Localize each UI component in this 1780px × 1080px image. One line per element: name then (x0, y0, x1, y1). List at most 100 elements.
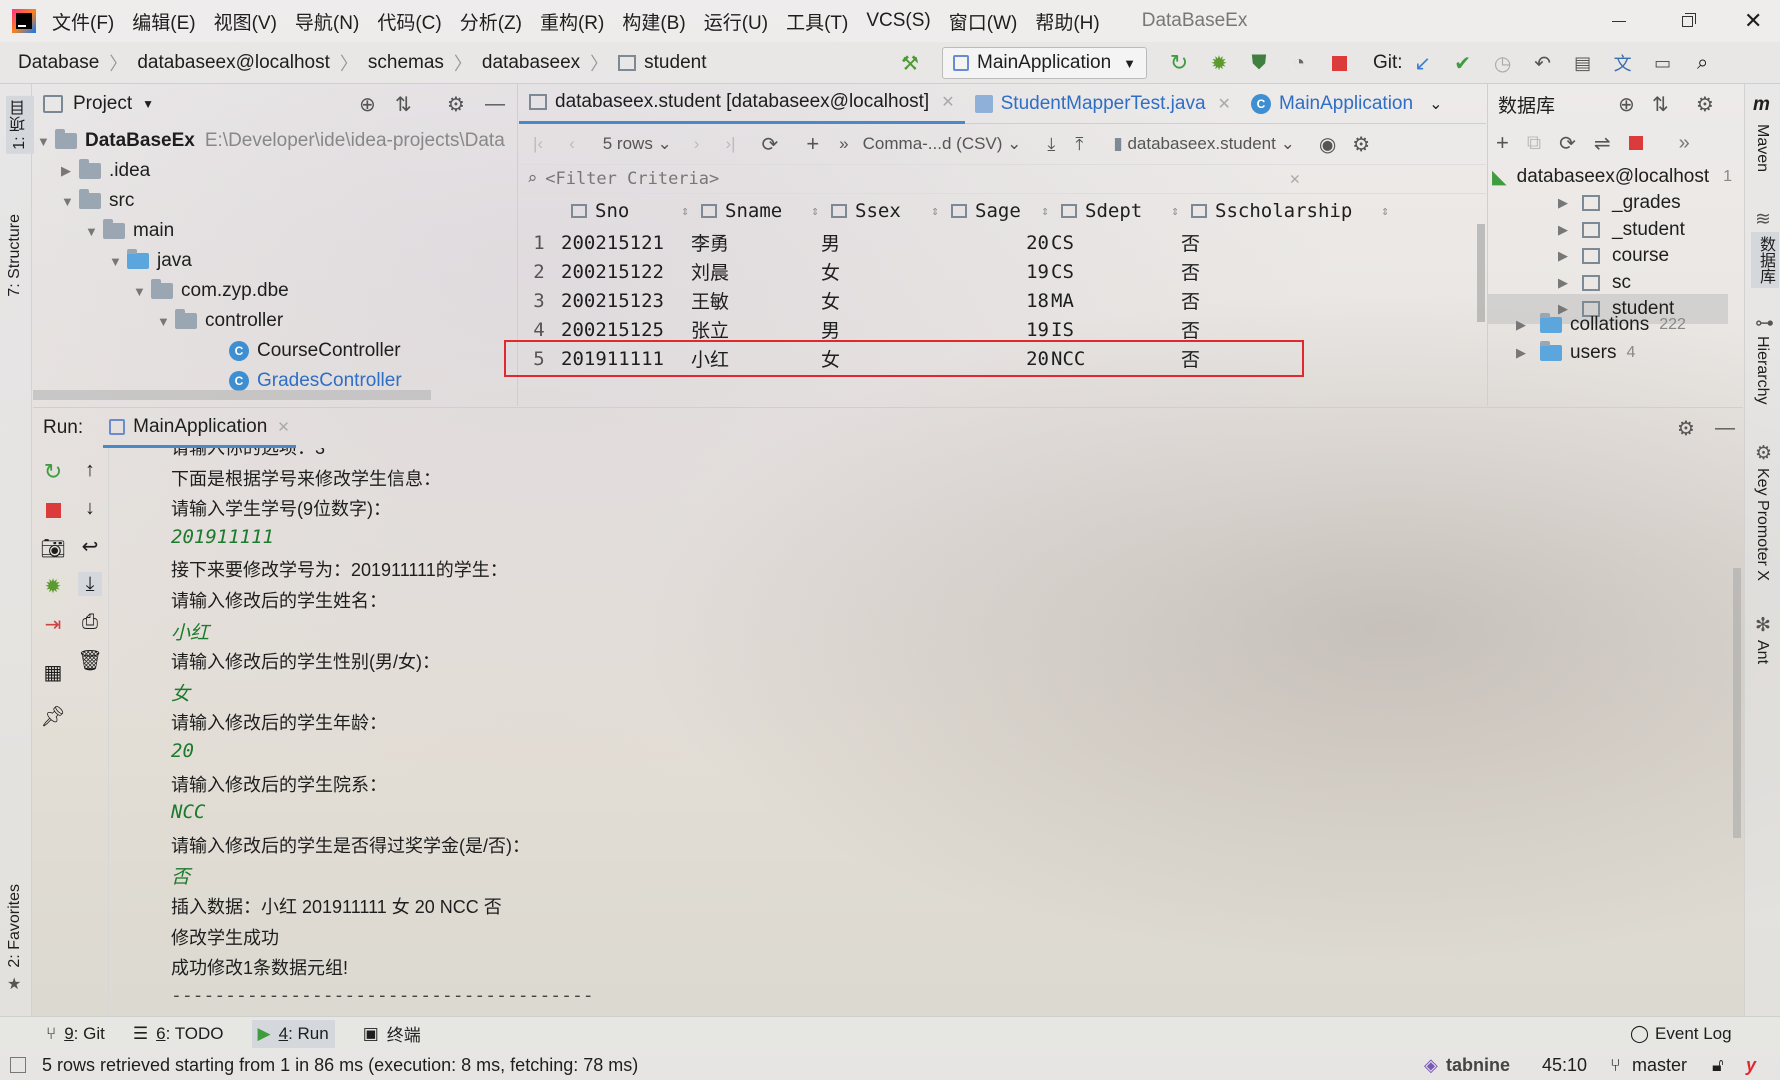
table-cell[interactable]: 20 (939, 228, 1049, 257)
menu-item[interactable]: 工具(T) (786, 8, 848, 35)
column-header[interactable]: Ssex ⇕ (831, 194, 951, 228)
upload-icon[interactable]: ⤒ (1075, 134, 1083, 155)
table-row[interactable]: 1 200215121 李勇男 20 CS 否 (519, 228, 1319, 257)
lock-icon[interactable]: 🔓︎ (1712, 1055, 1724, 1076)
menu-item[interactable]: 导航(N) (295, 8, 359, 35)
git-branch[interactable]: master (1632, 1055, 1687, 1076)
tree-item-src[interactable]: ▼ src (61, 186, 134, 216)
minimize-icon[interactable] (1612, 10, 1634, 32)
bottom-tab-todo[interactable]: ☰ 6: TODO (133, 1024, 224, 1044)
db-table-item[interactable]: ▶ course (1558, 241, 1718, 271)
vertical-scrollbar[interactable] (1477, 224, 1485, 322)
coverage-icon[interactable]: ⛊ (1247, 51, 1271, 75)
console-output[interactable]: 请输入你的选项：3 下面是根据学号来修改学生信息： 请输入学生学号(9位数字)： 20… (33, 448, 1723, 1017)
breadcrumb-item[interactable]: Database (18, 52, 99, 74)
collapse-all-icon[interactable]: ⇅ (1652, 92, 1669, 117)
gear-icon[interactable]: ⚙ (447, 92, 465, 117)
tool-window-key-promoter[interactable]: Key Promoter X (1753, 468, 1771, 581)
sort-icon[interactable]: ⇕ (931, 204, 939, 219)
table-selector[interactable]: ▮ databaseex.student ⌄ (1113, 134, 1294, 154)
gear-icon[interactable]: ⚙ (1352, 132, 1370, 157)
collapse-all-icon[interactable]: ⇅ (395, 92, 412, 117)
menu-item[interactable]: 编辑(E) (132, 8, 195, 35)
search-icon[interactable]: ⌕ (1691, 51, 1715, 75)
close-icon[interactable]: ✕ (277, 418, 290, 436)
menu-item[interactable]: 重构(R) (540, 8, 604, 35)
tool-window-project[interactable]: 1: 项目 (6, 96, 34, 154)
breadcrumb-item[interactable]: databaseex@localhost (137, 52, 330, 74)
sync-icon[interactable]: ⇌ (1594, 131, 1611, 156)
minimize-panel-icon[interactable]: — (1715, 417, 1735, 440)
chevron-down-icon[interactable]: ▼ (142, 97, 154, 111)
menu-item[interactable]: 帮助(H) (1035, 8, 1099, 35)
column-header[interactable]: Sdept ⇕ (1061, 194, 1191, 228)
table-cell[interactable]: 200215122 (561, 257, 691, 286)
translate-icon[interactable]: 文 (1611, 51, 1635, 75)
db-collations[interactable]: ▶ collations 222 (1516, 310, 1686, 340)
stop-icon[interactable] (1327, 51, 1351, 75)
table-cell[interactable]: 200215121 (561, 228, 691, 257)
tool-window-maven[interactable]: Maven (1753, 124, 1771, 172)
table-cell[interactable]: MA (1051, 286, 1181, 315)
minimize-panel-icon[interactable]: — (485, 93, 505, 116)
profile-icon[interactable]: ◔ (1287, 51, 1311, 75)
table-cell[interactable]: 否 (1181, 228, 1391, 257)
db-table-item[interactable]: ▶ sc (1558, 268, 1718, 298)
sort-icon[interactable]: ⇕ (1381, 204, 1389, 219)
close-icon[interactable]: ✕ (1218, 94, 1231, 114)
tool-window-favorites[interactable]: 2: Favorites (6, 884, 24, 968)
tree-item-java[interactable]: ▼ java (109, 246, 192, 276)
next-page-icon[interactable]: › (694, 134, 700, 154)
breadcrumb-item[interactable]: student (644, 52, 706, 74)
table-row[interactable]: 2 200215122 刘晨女 19 CS 否 (519, 257, 1319, 286)
locate-icon[interactable]: ⊕ (1618, 92, 1635, 117)
db-users[interactable]: ▶ users 4 (1516, 338, 1635, 368)
close-window-icon[interactable]: ✕ (1744, 10, 1766, 32)
more-icon[interactable]: » (1679, 132, 1690, 155)
filter-input[interactable]: <Filter Criteria> (545, 169, 719, 189)
menu-item[interactable]: 分析(Z) (460, 8, 522, 35)
table-cell[interactable]: 否 (1181, 286, 1391, 315)
chevron-down-icon[interactable]: ⌄ (1429, 94, 1442, 114)
rerun-icon[interactable]: ↻ (1167, 50, 1191, 75)
plugin-icon[interactable]: y (1746, 1055, 1756, 1076)
table-cell[interactable]: 200215123 (561, 286, 691, 315)
column-header[interactable]: Sno ⇕ (571, 194, 701, 228)
project-panel-title[interactable]: Project (73, 93, 132, 115)
sort-icon[interactable]: ⇕ (811, 204, 819, 219)
rows-selector[interactable]: 5 rows ⌄ (603, 134, 672, 154)
table-cell[interactable]: 李勇 (691, 228, 821, 257)
table-cell[interactable]: 女 (821, 257, 941, 286)
tree-item-course-controller[interactable]: C CourseController (229, 336, 401, 366)
table-row[interactable]: 3 200215123 王敏女 18 MA 否 (519, 286, 1319, 315)
column-header[interactable]: Sname ⇕ (701, 194, 831, 228)
table-cell[interactable]: CS (1051, 228, 1181, 257)
run-config-select[interactable]: MainApplication ▼ (942, 47, 1148, 79)
git-update-icon[interactable]: ↙ (1411, 51, 1435, 75)
tool-window-ant[interactable]: Ant (1753, 640, 1771, 664)
tool-window-database[interactable]: 数据库 (1751, 232, 1779, 288)
sort-icon[interactable]: ⇕ (681, 204, 689, 219)
refresh-icon[interactable]: ⟳ (762, 132, 779, 157)
horizontal-scrollbar[interactable] (33, 390, 431, 400)
bottom-tab-run[interactable]: ▶ 4: Run (251, 1019, 335, 1048)
copy-icon[interactable]: ⧉ (1527, 132, 1541, 155)
tree-item-idea[interactable]: ▶ .idea (61, 156, 150, 186)
sort-icon[interactable]: ⇕ (1041, 204, 1049, 219)
first-page-icon[interactable]: |‹ (533, 134, 543, 154)
clear-filter-icon[interactable]: ✕ (1290, 169, 1300, 189)
menu-item[interactable]: 构建(B) (622, 8, 685, 35)
menu-item[interactable]: 运行(U) (704, 8, 768, 35)
bottom-tab-git[interactable]: ⑂ 9: Git (46, 1024, 105, 1044)
column-header[interactable]: Sage ⇕ (951, 194, 1061, 228)
run-tab-main-application[interactable]: MainApplication ✕ (103, 408, 296, 448)
view-icon[interactable]: ◉ (1319, 132, 1336, 157)
database-panel-title[interactable]: 数据库 (1498, 91, 1555, 118)
tool-window-hierarchy[interactable]: Hierarchy (1753, 336, 1771, 404)
restore-icon[interactable] (1678, 10, 1700, 32)
tabnine-label[interactable]: tabnine (1446, 1055, 1510, 1076)
event-log-button[interactable]: ◯ Event Log (1630, 1024, 1732, 1044)
git-commit-icon[interactable]: ✔ (1451, 51, 1475, 75)
column-header[interactable]: Sscholarship ⇕ (1191, 194, 1401, 228)
history-icon[interactable]: ◷ (1491, 51, 1515, 75)
